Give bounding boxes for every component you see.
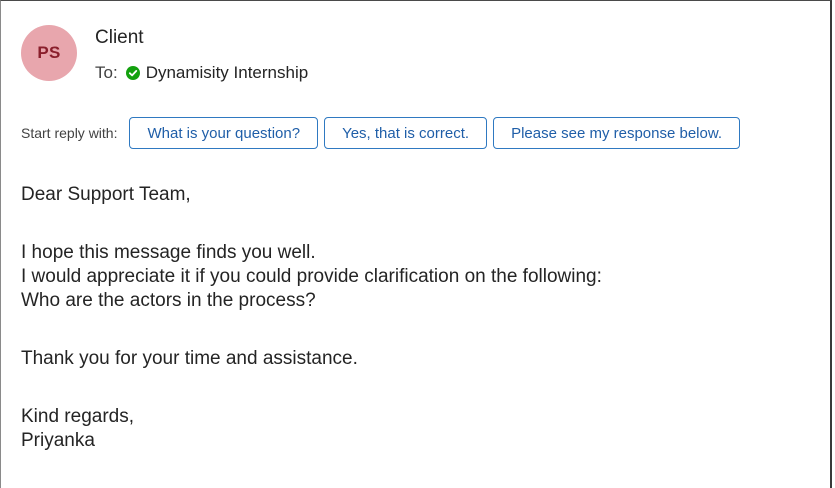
to-label: To: bbox=[95, 63, 118, 82]
signature: Priyanka bbox=[21, 430, 95, 451]
body-line: Who are the actors in the process? bbox=[21, 290, 316, 311]
body-line: I hope this message finds you well. bbox=[21, 242, 316, 263]
suggested-replies-label: Start reply with: bbox=[21, 125, 118, 141]
avatar[interactable]: PS bbox=[21, 25, 77, 81]
greeting: Dear Support Team, bbox=[21, 184, 191, 205]
suggested-reply-button[interactable]: Please see my response below. bbox=[493, 117, 741, 149]
email-reading-pane: PS Client To: Dynamisity Internship Star… bbox=[0, 0, 832, 488]
sender-name[interactable]: Client bbox=[95, 27, 144, 49]
message-body: Dear Support Team, I hope this message f… bbox=[21, 183, 801, 453]
recipient-line: To: Dynamisity Internship bbox=[95, 63, 308, 83]
suggested-replies: Start reply with: What is your question?… bbox=[21, 117, 746, 149]
thanks-line: Thank you for your time and assistance. bbox=[21, 348, 358, 369]
suggested-reply-button[interactable]: What is your question? bbox=[129, 117, 319, 149]
message-header: PS Client To: Dynamisity Internship bbox=[21, 23, 721, 85]
check-circle-icon bbox=[125, 66, 140, 80]
body-line: I would appreciate it if you could provi… bbox=[21, 266, 602, 287]
suggested-reply-button[interactable]: Yes, that is correct. bbox=[324, 117, 488, 149]
recipient-name[interactable]: Dynamisity Internship bbox=[146, 63, 309, 83]
closing: Kind regards, bbox=[21, 406, 135, 427]
